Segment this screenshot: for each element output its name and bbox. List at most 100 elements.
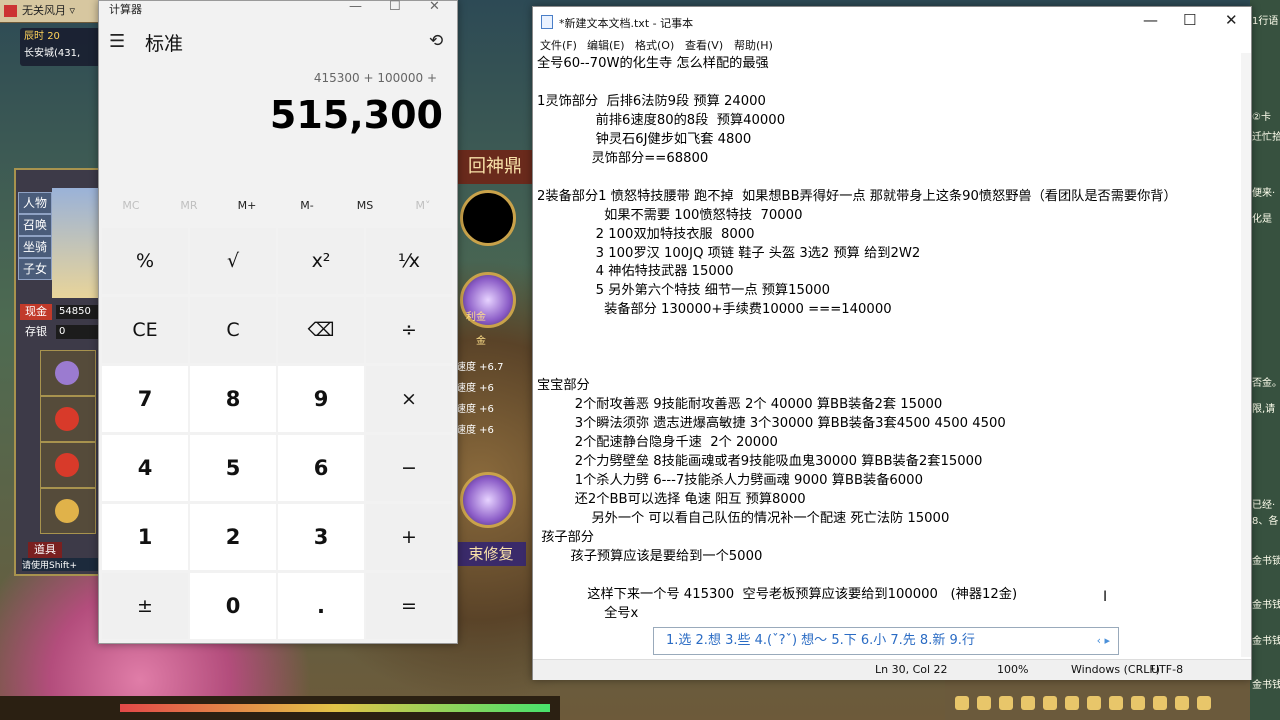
cash-label: 现金 bbox=[20, 304, 52, 320]
square-button[interactable]: x² bbox=[278, 228, 364, 294]
decimal-button[interactable]: . bbox=[278, 573, 364, 639]
shift-hint: 请使用Shift+ bbox=[22, 558, 102, 571]
chat-fragment: 金书钱 bbox=[1252, 600, 1280, 611]
multiply-button[interactable]: × bbox=[366, 366, 452, 432]
text-line: 如果不需要 100愤怒特技 70000 bbox=[537, 207, 803, 223]
chat-fragment: 金书钱 bbox=[1252, 636, 1280, 647]
game-center-panel: 回神鼎 利金 金 速度 +6.7 速度 +6 速度 +6 速度 +6 束修复 bbox=[456, 150, 534, 580]
minimize-icon[interactable]: — bbox=[1143, 11, 1158, 29]
menu-help[interactable]: 帮助(H) bbox=[734, 37, 773, 53]
menu-summon[interactable]: 召唤 bbox=[18, 214, 52, 236]
menu-edit[interactable]: 编辑(E) bbox=[587, 37, 625, 53]
ime-candidates[interactable]: 1.选 2.想 3.些 4.(ˇ?ˇ) 想～ 5.下 6.小 7.先 8.新 9… bbox=[666, 633, 975, 648]
toolbar-icon[interactable] bbox=[1175, 696, 1189, 710]
digit-0-button[interactable]: 0 bbox=[190, 573, 276, 639]
toolbar-icon[interactable] bbox=[1131, 696, 1145, 710]
buff-speed: 速度 +6 bbox=[456, 383, 494, 394]
negate-button[interactable]: ± bbox=[102, 573, 188, 639]
game-flag-icon bbox=[4, 5, 17, 17]
toolbar-icon[interactable] bbox=[1065, 696, 1079, 710]
character-portrait bbox=[52, 188, 100, 298]
close-icon[interactable]: ✕ bbox=[429, 0, 440, 14]
notepad-text-area[interactable]: 全号60--70W的化生寺 怎么样配的最强 1灵饰部分 后排6法防9段 预算 2… bbox=[537, 55, 1237, 655]
subtract-button[interactable]: − bbox=[366, 435, 452, 501]
digit-6-button[interactable]: 6 bbox=[278, 435, 364, 501]
history-icon[interactable]: ⟲ bbox=[429, 31, 443, 51]
repair-button[interactable]: 束修复 bbox=[456, 542, 526, 566]
game-status-panel: 辰时 20 长安城(431, bbox=[20, 28, 102, 66]
ime-next-page-icon[interactable]: ‹ ▸ bbox=[1097, 628, 1110, 654]
add-button[interactable]: + bbox=[366, 504, 452, 570]
toolbar-icon[interactable] bbox=[977, 696, 991, 710]
reciprocal-button[interactable]: ⅟x bbox=[366, 228, 452, 294]
minimize-icon[interactable]: — bbox=[349, 0, 362, 14]
memory-list-button[interactable]: M˅ bbox=[393, 199, 453, 212]
purple-orb-icon[interactable] bbox=[460, 472, 516, 528]
menu-view[interactable]: 查看(V) bbox=[685, 37, 723, 53]
vertical-scrollbar[interactable] bbox=[1241, 53, 1251, 657]
close-icon[interactable]: ✕ bbox=[1225, 11, 1238, 29]
digit-5-button[interactable]: 5 bbox=[190, 435, 276, 501]
buff-speed: 速度 +6.7 bbox=[456, 362, 504, 373]
tripod-title: 回神鼎 bbox=[456, 150, 534, 184]
menu-character[interactable]: 人物 bbox=[18, 192, 52, 214]
toolbar-icon[interactable] bbox=[955, 696, 969, 710]
menu-children[interactable]: 子女 bbox=[18, 258, 52, 280]
item-slot[interactable] bbox=[40, 350, 96, 396]
hamburger-menu-icon[interactable]: ☰ bbox=[109, 31, 125, 52]
clear-button[interactable]: C bbox=[190, 297, 276, 363]
digit-3-button[interactable]: 3 bbox=[278, 504, 364, 570]
maximize-icon[interactable]: ☐ bbox=[389, 0, 401, 14]
text-line: 3个瞬法须弥 遗志进爆高敏捷 3个30000 算BB装备3套4500 4500 … bbox=[537, 416, 1006, 432]
text-line: 全号60--70W的化生寺 怎么样配的最强 bbox=[537, 56, 769, 71]
sqrt-button[interactable]: √ bbox=[190, 228, 276, 294]
digit-8-button[interactable]: 8 bbox=[190, 366, 276, 432]
memory-subtract-button[interactable]: M- bbox=[277, 199, 337, 212]
maximize-icon[interactable]: ☐ bbox=[1183, 11, 1196, 29]
toolbar-icon[interactable] bbox=[1087, 696, 1101, 710]
black-orb-icon[interactable] bbox=[460, 190, 516, 246]
digit-9-button[interactable]: 9 bbox=[278, 366, 364, 432]
digit-4-button[interactable]: 4 bbox=[102, 435, 188, 501]
notepad-titlebar: *新建文本文档.txt - 记事本 — ☐ ✕ bbox=[533, 7, 1251, 35]
chat-fragment: 迁忙拾 bbox=[1252, 132, 1280, 143]
digit-7-button[interactable]: 7 bbox=[102, 366, 188, 432]
toolbar-icon[interactable] bbox=[1153, 696, 1167, 710]
buff-speed: 速度 +6 bbox=[456, 425, 494, 436]
divide-button[interactable]: ÷ bbox=[366, 297, 452, 363]
notepad-menubar: 文件(F) 编辑(E) 格式(O) 查看(V) 帮助(H) bbox=[533, 35, 1251, 53]
notepad-statusbar: Ln 30, Col 22 100% Windows (CRLF) UTF-8 bbox=[533, 659, 1251, 680]
memory-add-button[interactable]: M+ bbox=[217, 199, 277, 212]
calculator-display: 515,300 bbox=[269, 93, 443, 137]
menu-mount[interactable]: 坐骑 bbox=[18, 236, 52, 258]
ime-candidate-bar[interactable]: 1.选 2.想 3.些 4.(ˇ?ˇ) 想～ 5.下 6.小 7.先 8.新 9… bbox=[653, 627, 1119, 655]
game-window-tab[interactable]: 无关风月 ▿ bbox=[0, 0, 100, 23]
menu-format[interactable]: 格式(O) bbox=[635, 37, 674, 53]
memory-store-button[interactable]: MS bbox=[335, 199, 395, 212]
calculator-window: 计算器 — ☐ ✕ ☰ 标准 ⟲ 415300 + 100000 + 515,3… bbox=[98, 0, 458, 644]
text-line: 孩子预算应该是要给到一个5000 bbox=[537, 548, 763, 564]
item-slot[interactable] bbox=[40, 488, 96, 534]
toolbar-icon[interactable] bbox=[999, 696, 1013, 710]
text-line: 1个杀人力劈 6---7技能杀人力劈画魂 9000 算BB装备6000 bbox=[537, 472, 923, 488]
percent-button[interactable]: % bbox=[102, 228, 188, 294]
gem-icon bbox=[55, 361, 79, 385]
clear-entry-button[interactable]: CE bbox=[102, 297, 188, 363]
memory-clear-button[interactable]: MC bbox=[101, 199, 161, 212]
menu-file[interactable]: 文件(F) bbox=[540, 37, 577, 53]
digit-2-button[interactable]: 2 bbox=[190, 504, 276, 570]
game-time-label: 辰时 bbox=[24, 31, 44, 42]
item-tab[interactable]: 道具 bbox=[28, 542, 62, 558]
item-slot[interactable] bbox=[40, 396, 96, 442]
chat-fragment: 已经· bbox=[1252, 500, 1276, 511]
cash-value: 54850 bbox=[56, 305, 103, 319]
backspace-button[interactable]: ⌫ bbox=[278, 297, 364, 363]
equals-button[interactable]: = bbox=[366, 573, 452, 639]
toolbar-icon[interactable] bbox=[1197, 696, 1211, 710]
toolbar-icon[interactable] bbox=[1043, 696, 1057, 710]
toolbar-icon[interactable] bbox=[1021, 696, 1035, 710]
digit-1-button[interactable]: 1 bbox=[102, 504, 188, 570]
item-slot[interactable] bbox=[40, 442, 96, 488]
memory-recall-button[interactable]: MR bbox=[159, 199, 219, 212]
toolbar-icon[interactable] bbox=[1109, 696, 1123, 710]
